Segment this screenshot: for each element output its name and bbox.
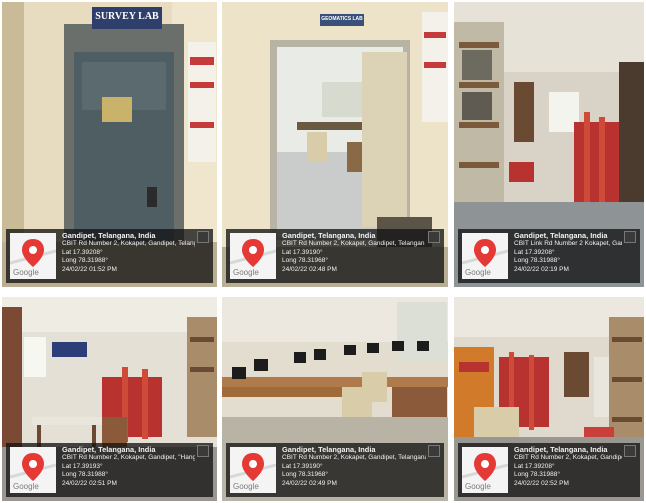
timestamp: 24/02/22 02:52 PM [514,479,569,487]
map-pin-panel: Google [230,233,276,279]
address-line: CBIT Link Rd Number 2 Kokapet, Gandipet,… [514,240,622,248]
google-watermark: Google [465,268,491,277]
longitude: Long 78.31988° [514,257,560,265]
map-thumbnail-icon [624,445,636,457]
location-title: Gandipet, Telangana, India [514,446,608,454]
geotag-text: Gandipet, Telangana, India CBIT Link Rd … [514,232,622,274]
address-line: CBIT Rd Number 2, Kokapet, Gandipet, "Ha… [62,454,195,462]
geotag-text: Gandipet, Telangana, India CBIT Rd Numbe… [62,232,195,274]
latitude: Lat 17.39190° [282,462,323,470]
geomatics-lab-sign: GEOMATICS LAB [321,16,363,22]
location-title: Gandipet, Telangana, India [282,446,376,454]
google-watermark: Google [233,268,259,277]
location-title: Gandipet, Telangana, India [514,232,608,240]
map-pin-panel: Google [230,447,276,493]
timestamp: 24/02/22 02:49 PM [282,479,337,487]
geotag-text: Gandipet, Telangana, India CBIT Rd Numbe… [514,446,622,488]
longitude: Long 78.31968° [282,257,328,265]
photo-lab-racks-tables: Google Gandipet, Telangana, India CBIT R… [2,297,217,501]
longitude: Long 78.31988° [62,471,108,479]
timestamp: 24/02/22 02:48 PM [282,265,337,273]
longitude: Long 78.31988° [514,471,560,479]
location-title: Gandipet, Telangana, India [282,232,376,240]
latitude: Lat 17.39193° [62,462,103,470]
location-title: Gandipet, Telangana, India [62,232,156,240]
timestamp: 24/02/22 02:19 PM [514,265,569,273]
map-thumbnail-icon [428,445,440,457]
latitude: Lat 17.39208° [514,462,555,470]
geotag-text: Gandipet, Telangana, India CBIT Rd Numbe… [62,446,195,488]
map-thumbnail-icon [624,231,636,243]
google-watermark: Google [233,482,259,491]
photo-geomatics-lab-entrance: GEOMATICS LAB Google Gandipet, Telangana… [222,2,448,287]
address-line: CBIT Rd Number 2, Kokapet, Gandipet, Tel… [514,454,622,462]
location-title: Gandipet, Telangana, India [62,446,156,454]
geotag-stamp: Google Gandipet, Telangana, India CBIT R… [6,229,213,283]
photo-equipment-store-room: Google Gandipet, Telangana, India CBIT L… [454,2,644,287]
google-watermark: Google [13,268,39,277]
geotag-text: Gandipet, Telangana, India CBIT Rd Numbe… [282,232,426,274]
timestamp: 24/02/22 02:51 PM [62,479,117,487]
timestamp: 24/02/22 01:52 PM [62,265,117,273]
address-line: CBIT Rd Number 2, Kokapet, Gandipet, Tel… [282,454,426,462]
longitude: Long 78.31968° [282,471,328,479]
geotag-stamp: Google Gandipet, Telangana, India CBIT L… [458,229,640,283]
photo-survey-lab-door: SURVEY LAB Google Gandipet, Telangana, I… [2,2,217,287]
survey-lab-sign: SURVEY LAB [95,11,159,22]
geotag-stamp: Google Gandipet, Telangana, India CBIT R… [6,443,213,497]
geotag-stamp: Google Gandipet, Telangana, India CBIT R… [458,443,640,497]
map-pin-panel: Google [10,447,56,493]
geotag-text: Gandipet, Telangana, India CBIT Rd Numbe… [282,446,426,488]
address-line: CBIT Rd Number 2, Kokapet, Gandipet, Tel… [62,240,195,248]
google-watermark: Google [13,482,39,491]
photo-store-room-shelves: Google Gandipet, Telangana, India CBIT R… [454,297,644,501]
latitude: Lat 17.39208° [514,248,555,256]
longitude: Long 78.31988° [62,257,108,265]
google-watermark: Google [465,482,491,491]
photo-computer-lab: Google Gandipet, Telangana, India CBIT R… [222,297,448,501]
map-pin-panel: Google [462,233,508,279]
map-thumbnail-icon [197,231,209,243]
map-pin-panel: Google [10,233,56,279]
latitude: Lat 17.39208° [62,248,103,256]
latitude: Lat 17.39190° [282,248,323,256]
geotag-stamp: Google Gandipet, Telangana, India CBIT R… [226,443,444,497]
map-thumbnail-icon [197,445,209,457]
geotag-stamp: Google Gandipet, Telangana, India CBIT R… [226,229,444,283]
map-pin-panel: Google [462,447,508,493]
map-thumbnail-icon [428,231,440,243]
address-line: CBIT Rd Number 2, Kokapet, Gandipet, Tel… [282,240,426,248]
